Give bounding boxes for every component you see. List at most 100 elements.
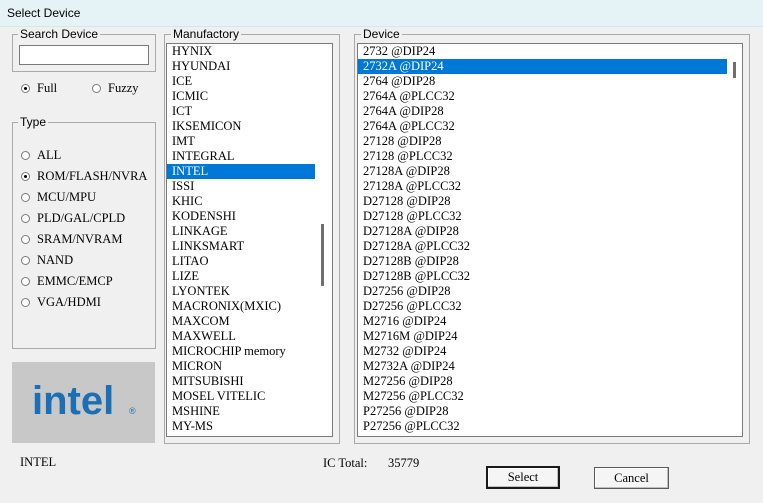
type-option-label: NAND	[37, 253, 74, 267]
manufactory-list-item[interactable]: ICE	[167, 74, 319, 89]
type-option-label: SRAM/NVRAM	[37, 232, 123, 246]
logo-text: intel	[32, 379, 114, 423]
manufactory-list-item[interactable]: HYNIX	[167, 44, 319, 59]
manufactory-scrollbar[interactable]	[315, 44, 332, 436]
radio-button[interactable]	[21, 298, 30, 307]
device-list-item[interactable]: D27256 @DIP28	[358, 284, 729, 299]
manufactory-list-item[interactable]: LINKAGE	[167, 224, 319, 239]
manufactory-list-item[interactable]: MICRON	[167, 359, 319, 374]
radio-button[interactable]	[21, 151, 30, 160]
type-option-pld-gal-cpld[interactable]: PLD/GAL/CPLD	[21, 211, 125, 226]
type-option-mcu-mpu[interactable]: MCU/MPU	[21, 190, 96, 205]
type-legend: Type	[18, 115, 49, 129]
manufactory-list-item[interactable]: KHIC	[167, 194, 319, 209]
device-scrollbar[interactable]	[727, 44, 742, 436]
manufactory-list-item[interactable]: MOSEL VITELIC	[167, 389, 319, 404]
device-list-item[interactable]: M2732A @DIP24	[358, 359, 729, 374]
ic-total-value: 35779	[388, 456, 420, 470]
device-list-item[interactable]: D27128B @PLCC32	[358, 269, 729, 284]
intel-logo-icon: intel ®	[32, 379, 136, 423]
device-list-item[interactable]: 2764 @DIP28	[358, 74, 729, 89]
manufactory-list-item[interactable]: MAXWELL	[167, 329, 319, 344]
radio-button[interactable]	[21, 214, 30, 223]
search-mode-fuzzy-label: Fuzzy	[108, 81, 139, 95]
radio-full[interactable]	[21, 84, 30, 93]
manufactory-list-item[interactable]: LITAO	[167, 254, 319, 269]
manufactory-list-item[interactable]: IKSEMICON	[167, 119, 319, 134]
manufactory-list-item[interactable]: LIZE	[167, 269, 319, 284]
type-option-label: ROM/FLASH/NVRA	[37, 169, 148, 183]
device-list-item[interactable]: 2764A @DIP28	[358, 104, 729, 119]
type-option-vga-hdmi[interactable]: VGA/HDMI	[21, 295, 101, 310]
manufactory-scroll-thumb[interactable]	[321, 224, 324, 287]
manufactory-list-item[interactable]: MACRONIX(MXIC)	[167, 299, 319, 314]
manufacturer-logo: intel ®	[12, 362, 155, 443]
manufactory-list-item[interactable]: INTEGRAL	[167, 149, 319, 164]
device-list[interactable]: 2732 @DIP24 2732A @DIP24 2764 @DIP28 2764A …	[357, 43, 743, 437]
type-option-label: ALL	[37, 148, 62, 162]
device-list-item[interactable]: 2732A @DIP24	[358, 59, 729, 74]
search-mode-full[interactable]: Full	[21, 81, 57, 96]
manufactory-list-item[interactable]: ICMIC	[167, 89, 319, 104]
manufactory-list-item[interactable]: ISSI	[167, 179, 319, 194]
manufactory-list-item[interactable]: ICT	[167, 104, 319, 119]
radio-fuzzy[interactable]	[92, 84, 101, 93]
manufactory-list-item[interactable]: INTEL	[167, 164, 319, 179]
device-list-item[interactable]: 27128 @PLCC32	[358, 149, 729, 164]
device-list-item[interactable]: 2764A @PLCC32	[358, 89, 729, 104]
manufactory-list-item[interactable]: MAXCOM	[167, 314, 319, 329]
selected-manufacturer-label: INTEL	[20, 455, 57, 469]
radio-button[interactable]	[21, 235, 30, 244]
device-list-item[interactable]: D27128 @DIP28	[358, 194, 729, 209]
logo-mark: ®	[129, 406, 136, 416]
device-list-item[interactable]: M2716 @DIP24	[358, 314, 729, 329]
device-list-item[interactable]: 2764A @PLCC32	[358, 119, 729, 134]
window-title: Select Device	[7, 6, 81, 20]
type-option-emmc-emcp[interactable]: EMMC/EMCP	[21, 274, 113, 289]
type-option-all[interactable]: ALL	[21, 148, 61, 163]
manufactory-list-item[interactable]: MITSUBISHI	[167, 374, 319, 389]
radio-button[interactable]	[21, 256, 30, 265]
manufactory-list-item[interactable]: MICROCHIP memory	[167, 344, 319, 359]
search-input[interactable]	[19, 45, 149, 65]
radio-button[interactable]	[21, 277, 30, 286]
device-list-item[interactable]: 27128A @PLCC32	[358, 179, 729, 194]
manufactory-list-item[interactable]: HYUNDAI	[167, 59, 319, 74]
device-list-item[interactable]: 2732 @DIP24	[358, 44, 729, 59]
device-list-item[interactable]: M27256 @PLCC32	[358, 389, 729, 404]
manufactory-list-item[interactable]: MY-MS	[167, 419, 319, 434]
radio-button[interactable]	[21, 193, 30, 202]
device-list-item[interactable]: D27128A @DIP28	[358, 224, 729, 239]
device-items: 2732 @DIP24 2732A @DIP24 2764 @DIP28 2764A …	[358, 44, 742, 434]
device-list-item[interactable]: P27256 @PLCC32	[358, 419, 729, 434]
manufactory-list[interactable]: HYNIX HYUNDAI ICE ICMIC ICT IKSEMICON IMT INTEG…	[166, 43, 333, 437]
radio-button[interactable]	[21, 172, 30, 181]
device-list-item[interactable]: 27128 @DIP28	[358, 134, 729, 149]
cancel-button[interactable]: Cancel	[594, 467, 669, 489]
type-option-label: VGA/HDMI	[37, 295, 101, 309]
manufactory-list-item[interactable]: LYONTEK	[167, 284, 319, 299]
device-legend: Device	[361, 27, 402, 41]
manufactory-items: HYNIX HYUNDAI ICE ICMIC ICT IKSEMICON IMT INTEG…	[167, 44, 332, 434]
device-list-item[interactable]: M27256 @DIP28	[358, 374, 729, 389]
search-mode-full-label: Full	[37, 81, 58, 95]
device-list-item[interactable]: D27128 @PLCC32	[358, 209, 729, 224]
select-button[interactable]: Select	[486, 466, 560, 489]
manufactory-list-item[interactable]: MSHINE	[167, 404, 319, 419]
device-list-item[interactable]: D27128A @PLCC32	[358, 239, 729, 254]
manufactory-list-item[interactable]: KODENSHI	[167, 209, 319, 224]
manufactory-list-item[interactable]: LINKSMART	[167, 239, 319, 254]
device-list-item[interactable]: D27128B @DIP28	[358, 254, 729, 269]
manufactory-list-item[interactable]: IMT	[167, 134, 319, 149]
type-option-sram-nvram[interactable]: SRAM/NVRAM	[21, 232, 122, 247]
type-option-label: EMMC/EMCP	[37, 274, 113, 288]
type-option-rom-flash-nvra[interactable]: ROM/FLASH/NVRA	[21, 169, 147, 184]
type-option-nand[interactable]: NAND	[21, 253, 73, 268]
device-scroll-thumb[interactable]	[733, 62, 736, 78]
device-list-item[interactable]: M2716M @DIP24	[358, 329, 729, 344]
device-list-item[interactable]: P27256 @DIP28	[358, 404, 729, 419]
search-mode-fuzzy[interactable]: Fuzzy	[92, 81, 139, 96]
device-list-item[interactable]: D27256 @PLCC32	[358, 299, 729, 314]
device-list-item[interactable]: 27128A @DIP28	[358, 164, 729, 179]
device-list-item[interactable]: M2732 @DIP24	[358, 344, 729, 359]
